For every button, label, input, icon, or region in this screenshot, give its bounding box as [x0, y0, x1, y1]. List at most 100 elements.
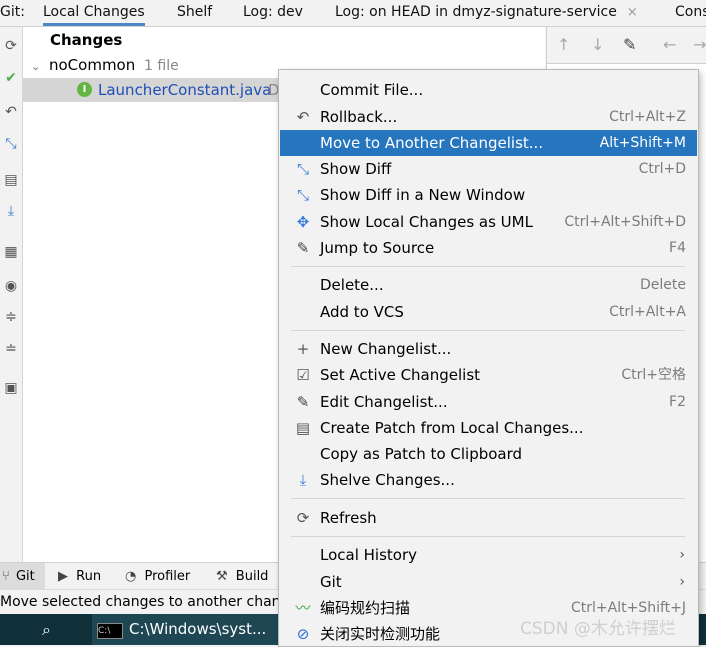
menu-item-jump-to-source[interactable]: ✎ Jump to Source F4 — [280, 235, 697, 261]
view-options-icon[interactable]: ◉ — [0, 277, 22, 295]
taskbar-window-button[interactable]: C:\ C:\Windows\syst... — [92, 614, 280, 645]
menu-item-shortcut: F2 — [669, 394, 686, 410]
tab-log-dev[interactable]: Log: dev — [243, 0, 303, 26]
file-name: LauncherConstant.java — [98, 81, 272, 99]
diff-toolbar: ↑ ↓ ✎ ← → — [546, 27, 706, 64]
tab-log-head-label: Log: on HEAD in dmyz-signature-service — [335, 4, 617, 20]
menu-item-label: Git — [320, 573, 342, 591]
menu-item-label: Show Local Changes as UML — [320, 213, 533, 231]
tab-local-changes[interactable]: Local Changes — [43, 0, 145, 26]
menu-separator — [291, 330, 685, 331]
menu-item-label: Set Active Changelist — [320, 366, 481, 384]
pencil-icon: ✎ — [296, 393, 310, 411]
menu-item-label: 编码规约扫描 — [320, 599, 411, 617]
menu-item-local-history[interactable]: Local History › — [280, 542, 697, 568]
menu-item-label: Rollback... — [320, 108, 398, 126]
bottom-tab-run-label: Run — [76, 569, 102, 584]
tab-console[interactable]: Cons — [675, 0, 706, 26]
menu-item-move-to-another-changelist[interactable]: Move to Another Changelist... Alt+Shift+… — [280, 130, 697, 156]
bottom-tab-build[interactable]: ⚒ Build — [216, 563, 268, 590]
menu-item-edit-changelist[interactable]: ✎ Edit Changelist... F2 — [280, 389, 697, 415]
checkbox-icon: ☑ — [296, 366, 310, 384]
menu-item-set-active-changelist[interactable]: ☑ Set Active Changelist Ctrl+空格 — [280, 362, 697, 388]
shelve-icon: ⤓ — [299, 471, 307, 489]
menu-item-show-diff[interactable]: ⤡ Show Diff Ctrl+D — [280, 156, 697, 182]
menu-item-label: New Changelist... — [320, 340, 452, 358]
interface-file-icon: I — [77, 82, 92, 97]
watermark: CSDN @木允许摆烂 — [520, 619, 676, 639]
menu-item-label: Jump to Source — [320, 239, 435, 257]
expand-all-icon[interactable]: ≑ — [0, 308, 22, 326]
menu-item-label: Delete... — [320, 276, 384, 294]
arrow-down-icon[interactable]: ↓ — [591, 35, 604, 54]
preview-icon[interactable]: ▣ — [0, 379, 22, 397]
menu-item-label: Move to Another Changelist... — [320, 134, 544, 152]
menu-item-commit-file[interactable]: Commit File... — [280, 77, 697, 103]
tool-window-tab-bar: Git: Local Changes Shelf Log: dev Log: o… — [0, 0, 706, 27]
search-icon[interactable]: ⌕ — [42, 620, 51, 640]
arrow-left-icon[interactable]: ← — [663, 35, 676, 54]
bottom-tab-profiler-label: Profiler — [144, 569, 191, 584]
taskbar-window-title: C:\Windows\syst... — [129, 620, 267, 638]
cmd-icon: C:\ — [97, 623, 123, 639]
run-icon: ▶ — [58, 569, 68, 584]
changelist-name: noCommon — [49, 56, 136, 74]
menu-item-create-patch[interactable]: ▤ Create Patch from Local Changes... — [280, 415, 697, 441]
commit-check-icon[interactable]: ✔ — [0, 69, 22, 87]
menu-item-shortcut: F4 — [669, 240, 686, 256]
chevron-right-icon: › — [679, 574, 685, 590]
bottom-tab-profiler[interactable]: ◔ Profiler — [125, 563, 190, 590]
collapse-all-icon[interactable]: ≐ — [0, 340, 22, 358]
changelist-icon[interactable]: ▤ — [0, 171, 22, 189]
menu-item-label: Show Diff in a New Window — [320, 186, 526, 204]
menu-item-label: Refresh — [320, 509, 377, 527]
diff-icon[interactable]: ⤡ — [0, 135, 22, 153]
update-icon[interactable]: ⤓ — [0, 202, 22, 220]
menu-item-shortcut: Ctrl+Alt+Shift+D — [564, 214, 686, 230]
rollback-icon: ↶ — [296, 108, 310, 126]
group-by-icon[interactable]: ▦ — [0, 243, 22, 261]
menu-item-refresh[interactable]: ⟳ Refresh — [280, 505, 697, 531]
menu-item-label: Create Patch from Local Changes... — [320, 419, 584, 437]
stop-icon: ⊘ — [296, 625, 310, 643]
menu-item-new-changelist[interactable]: + New Changelist... — [280, 336, 697, 362]
patch-icon: ▤ — [295, 419, 311, 437]
tab-log-head[interactable]: Log: on HEAD in dmyz-signature-service × — [335, 0, 638, 26]
menu-item-delete[interactable]: Delete... Delete — [280, 272, 697, 298]
close-icon[interactable]: × — [627, 5, 638, 20]
menu-item-git[interactable]: Git › — [280, 569, 697, 595]
menu-item-label: Edit Changelist... — [320, 393, 448, 411]
left-toolbar: ⟳ ✔ ↶ ⤡ ▤ ⤓ ▦ ◉ ≑ ≐ ▣ — [0, 27, 23, 562]
changelist-node[interactable]: ⌄ noCommon 1 file — [31, 53, 179, 77]
menu-item-shortcut: Alt+Shift+M — [599, 135, 686, 151]
menu-item-shortcut: Ctrl+D — [638, 161, 686, 177]
rollback-icon[interactable]: ↶ — [0, 103, 22, 121]
menu-item-label: 关闭实时检测功能 — [320, 625, 441, 643]
status-message: Move selected changes to another changel… — [0, 594, 319, 610]
context-menu: Commit File... ↶ Rollback... Ctrl+Alt+Z … — [278, 69, 699, 647]
file-row[interactable]: I LauncherConstant.java D — [23, 78, 280, 102]
edit-icon[interactable]: ✎ — [623, 35, 636, 54]
menu-item-copy-as-patch[interactable]: Copy as Patch to Clipboard — [280, 441, 697, 467]
diff-icon: ⤡ — [296, 186, 309, 204]
menu-item-label: Local History — [320, 546, 418, 564]
git-branch-icon: ⑂ — [2, 569, 10, 584]
bottom-tab-git[interactable]: ⑂ Git — [0, 563, 45, 590]
scan-icon: 〰 — [295, 599, 311, 617]
arrow-right-icon[interactable]: → — [693, 35, 706, 54]
menu-item-rollback[interactable]: ↶ Rollback... Ctrl+Alt+Z — [280, 104, 697, 130]
menu-item-add-to-vcs[interactable]: Add to VCS Ctrl+Alt+A — [280, 299, 697, 325]
menu-separator — [291, 266, 685, 267]
changelist-count: 1 file — [144, 58, 179, 74]
refresh-icon[interactable]: ⟳ — [0, 37, 22, 55]
arrow-up-icon[interactable]: ↑ — [557, 35, 570, 54]
menu-item-shelve-changes[interactable]: ⤓ Shelve Changes... — [280, 467, 697, 493]
chevron-down-icon[interactable]: ⌄ — [31, 60, 40, 73]
menu-item-label: Add to VCS — [320, 303, 404, 321]
menu-item-show-uml[interactable]: ✥ Show Local Changes as UML Ctrl+Alt+Shi… — [280, 209, 697, 235]
changes-root-label[interactable]: Changes — [50, 28, 122, 52]
menu-item-show-diff-new-window[interactable]: ⤡ Show Diff in a New Window — [280, 182, 697, 208]
tab-shelf[interactable]: Shelf — [177, 0, 212, 26]
git-prefix-label: Git: — [0, 4, 25, 20]
bottom-tab-run[interactable]: ▶ Run — [58, 563, 101, 590]
